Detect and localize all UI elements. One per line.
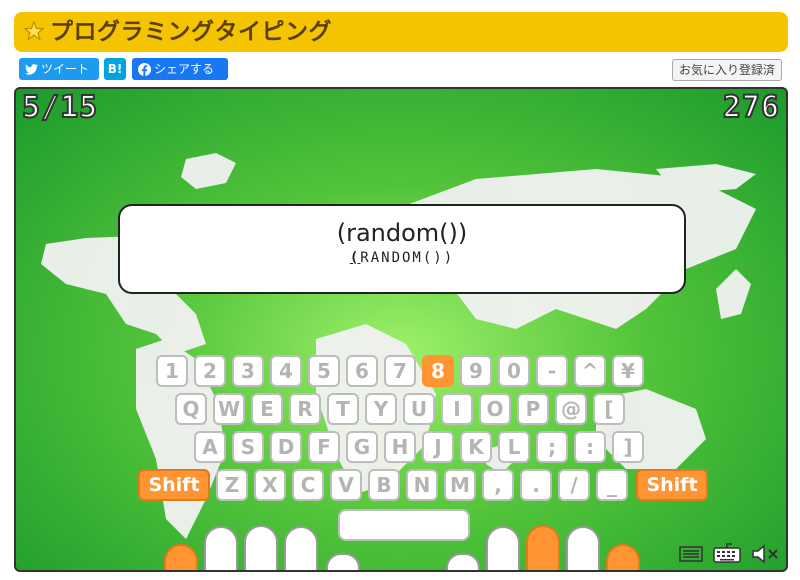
key-period: . xyxy=(520,469,552,501)
key-0: 0 xyxy=(498,355,530,387)
key-o: O xyxy=(479,393,511,425)
key-shift-right: Shift xyxy=(636,469,708,501)
key-6: 6 xyxy=(346,355,378,387)
hatena-label: B! xyxy=(107,62,123,76)
score-counter: 276 xyxy=(722,90,780,126)
key-caret: ^ xyxy=(574,355,606,387)
key-5: 5 xyxy=(308,355,340,387)
key-at: @ xyxy=(555,393,587,425)
key-underscore: _ xyxy=(596,469,628,501)
key-b: B xyxy=(368,469,400,501)
key-shift-left: Shift xyxy=(138,469,210,501)
title-bar: プログラミングタイピング xyxy=(14,12,788,52)
key-p: P xyxy=(517,393,549,425)
mute-icon[interactable] xyxy=(750,544,780,564)
key-f: F xyxy=(308,431,340,463)
finger-right-middle-active xyxy=(526,525,560,570)
finger-left-middle xyxy=(244,525,278,570)
key-k: K xyxy=(460,431,492,463)
tweet-button[interactable]: ツイート xyxy=(19,58,99,80)
key-slash: / xyxy=(558,469,590,501)
current-char: ( xyxy=(349,250,361,266)
key-l: L xyxy=(498,431,530,463)
finger-left-index xyxy=(284,526,318,570)
target-word: (random()) xyxy=(336,219,468,247)
key-minus: - xyxy=(536,355,568,387)
key-q: Q xyxy=(175,393,207,425)
key-m: M xyxy=(444,469,476,501)
key-x: X xyxy=(254,469,286,501)
finger-left-ring xyxy=(204,526,238,570)
key-j: J xyxy=(422,431,454,463)
key-3: 3 xyxy=(232,355,264,387)
favorite-button[interactable]: お気に入り登録済 xyxy=(671,59,782,81)
key-close-bracket: ] xyxy=(612,431,644,463)
finger-left-thumb xyxy=(326,553,360,570)
star-icon xyxy=(24,21,44,41)
keyboard-row-2: Q W E R T Y U I O P @ [ xyxy=(175,393,635,425)
key-e: E xyxy=(251,393,283,425)
key-8-highlighted: 8 xyxy=(422,355,454,387)
key-w: W xyxy=(213,393,245,425)
romaji-guide: (RANDOM()) xyxy=(120,250,684,266)
key-y: Y xyxy=(365,393,397,425)
key-comma: , xyxy=(482,469,514,501)
remaining-chars: RANDOM()) xyxy=(360,250,455,266)
hatena-bookmark-button[interactable]: B! xyxy=(104,58,126,80)
facebook-share-button[interactable]: シェアする xyxy=(132,58,228,80)
page-title: プログラミングタイピング xyxy=(50,19,332,45)
finger-left-pinky xyxy=(164,544,198,570)
key-n: N xyxy=(406,469,438,501)
key-4: 4 xyxy=(270,355,302,387)
share-label: シェアする xyxy=(154,62,215,76)
key-space xyxy=(338,509,470,541)
key-r: R xyxy=(289,393,321,425)
key-1: 1 xyxy=(156,355,188,387)
key-g: G xyxy=(346,431,378,463)
key-u: U xyxy=(403,393,435,425)
key-7: 7 xyxy=(384,355,416,387)
menu-icon[interactable] xyxy=(678,544,704,564)
key-yen: ¥ xyxy=(612,355,644,387)
finger-right-ring xyxy=(566,526,600,570)
key-colon: : xyxy=(574,431,606,463)
key-d: D xyxy=(270,431,302,463)
game-area[interactable]: 5/15 276 (random()) (RANDOM()) 1 2 3 4 5… xyxy=(14,87,788,572)
twitter-icon xyxy=(25,64,38,75)
key-a: A xyxy=(194,431,226,463)
key-2: 2 xyxy=(194,355,226,387)
key-open-bracket: [ xyxy=(593,393,625,425)
word-prompt-box: (random()) (RANDOM()) xyxy=(118,204,686,294)
keyboard-row-1: 1 2 3 4 5 6 7 8 9 0 - ^ ¥ xyxy=(156,355,656,387)
key-z: Z xyxy=(216,469,248,501)
keyboard-icon[interactable] xyxy=(712,542,742,564)
key-h: H xyxy=(384,431,416,463)
key-i: I xyxy=(441,393,473,425)
key-9: 9 xyxy=(460,355,492,387)
finger-right-pinky xyxy=(606,544,640,570)
keyboard-row-3: A S D F G H J K L ; : ] xyxy=(194,431,654,463)
key-c: C xyxy=(292,469,324,501)
key-s: S xyxy=(232,431,264,463)
key-semicolon: ; xyxy=(536,431,568,463)
progress-counter: 5/15 xyxy=(21,90,99,126)
finger-right-thumb xyxy=(446,553,480,570)
key-v: V xyxy=(330,469,362,501)
keyboard-row-4: Shift Z X C V B N M , . / _ Shift xyxy=(138,469,718,501)
tweet-label: ツイート xyxy=(41,62,90,76)
key-t: T xyxy=(327,393,359,425)
facebook-icon xyxy=(138,63,151,76)
finger-right-index xyxy=(486,526,520,570)
